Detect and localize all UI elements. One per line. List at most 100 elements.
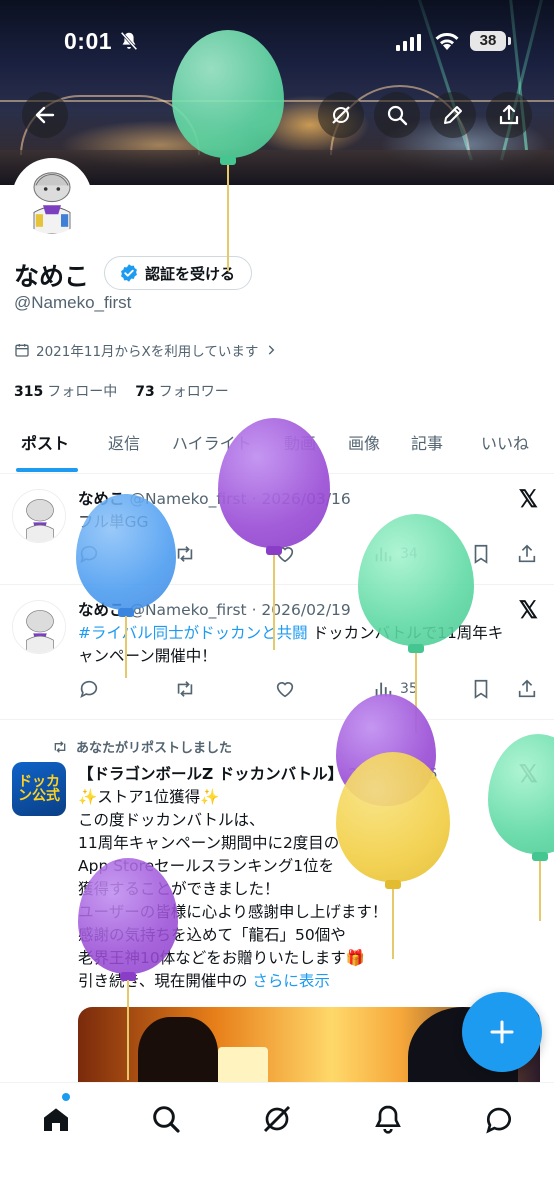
notifications-icon: [375, 1105, 401, 1134]
share-post-button[interactable]: [516, 543, 538, 565]
followers-count: 73: [135, 384, 155, 400]
post-author[interactable]: 【ドラゴンボールZ ドッカンバトル】: [78, 765, 343, 783]
views-count: 35: [400, 681, 418, 697]
post-date: 2026/02/16: [348, 765, 438, 783]
post-date: · 2026/03/16: [251, 490, 351, 508]
cellular-signal-icon: [396, 34, 421, 51]
post-line: 老界王神10体などをお贈りいたします🎁: [78, 949, 366, 967]
hashtag-link[interactable]: #ライバル同士がドッカンと共闘: [78, 624, 308, 642]
post-text: ✨ストア1位獲得✨ この度ドッカンバトルは、 11周年キャンペーン期間中に2度目…: [78, 786, 518, 993]
search-button[interactable]: [374, 92, 420, 138]
views-button[interactable]: 35: [372, 678, 418, 700]
active-tab-indicator: [16, 468, 78, 472]
post-actions: 35: [78, 678, 538, 704]
compose-post-button[interactable]: [462, 992, 542, 1072]
post-actions: 34: [78, 543, 538, 569]
following-label: フォロー中: [47, 384, 118, 400]
bottom-navigation: [0, 1082, 554, 1200]
profile-avatar[interactable]: [12, 158, 92, 238]
post-handle: @Nameko_first: [129, 601, 247, 619]
home-notification-dot: [62, 1093, 70, 1101]
views-count: 34: [400, 546, 418, 562]
x-logo-icon: 𝕏: [518, 486, 538, 513]
bookmark-button[interactable]: [470, 543, 492, 565]
follow-stats: 315 フォロー中 73 フォロワー: [14, 381, 229, 401]
tab-media[interactable]: 画像: [348, 430, 380, 454]
edit-button[interactable]: [430, 92, 476, 138]
status-bar: 0:01 38: [0, 0, 554, 82]
reply-icon: [80, 680, 98, 698]
nav-notifications[interactable]: [368, 1099, 408, 1139]
post-header: 【ドラゴンボールZ ドッカンバトル】 2026/02/16: [78, 762, 437, 784]
post-handle: @Nameko_first: [129, 490, 247, 508]
post-line: この度ドッカンバトルは、: [78, 811, 265, 829]
views-icon: [375, 547, 392, 562]
post-author[interactable]: なめこ: [78, 490, 125, 508]
get-verified-button[interactable]: 認証を受ける: [104, 256, 253, 290]
share-post-button[interactable]: [516, 678, 538, 700]
tab-posts[interactable]: ポスト: [21, 430, 69, 454]
repost-icon: [177, 681, 193, 697]
heart-icon: [276, 547, 294, 563]
repost-label: あなたがリポストしました: [76, 741, 233, 756]
nav-messages[interactable]: [479, 1099, 519, 1139]
get-verified-label: 認証を受ける: [145, 264, 236, 283]
reply-button[interactable]: [78, 678, 100, 700]
reply-icon: [80, 545, 98, 563]
following-link[interactable]: 315 フォロー中: [14, 381, 117, 401]
tab-articles[interactable]: 記事: [411, 430, 443, 454]
post-line: 11周年キャンペーン期間中に2度目の: [78, 834, 340, 852]
bookmark-button[interactable]: [470, 678, 492, 700]
show-more-link[interactable]: さらに表示: [252, 972, 330, 990]
post-avatar[interactable]: [12, 489, 66, 543]
nav-search[interactable]: [146, 1099, 186, 1139]
post-avatar[interactable]: [12, 600, 66, 654]
tab-replies[interactable]: 返信: [108, 430, 140, 454]
post-line: 獲得することができました！: [78, 880, 280, 898]
share-icon: [518, 679, 536, 698]
post-text: #ライバル同士がドッカンと共闘 ドッカンバトルで11周年キャンペーン開催中！: [78, 622, 518, 668]
avatar-illustration: [16, 162, 88, 234]
joined-label: 2021年11月からXを利用しています: [36, 344, 259, 360]
grok-button[interactable]: [318, 92, 364, 138]
share-icon: [518, 544, 536, 563]
post-date: · 2026/02/19: [251, 601, 351, 619]
post-2[interactable]: なめこ @Nameko_first · 2026/02/19 𝕏 #ライバル同士…: [0, 586, 554, 720]
repost-button[interactable]: [174, 543, 196, 565]
post-line: 引き続き、現在開催中の: [78, 972, 248, 990]
nav-home[interactable]: [36, 1099, 76, 1139]
post-line: 感謝の気持ちを込めて「龍石」50個や: [78, 926, 346, 944]
battery-indicator: 38: [470, 31, 506, 51]
views-icon: [375, 682, 392, 697]
reply-button[interactable]: [78, 543, 100, 565]
share-icon: [499, 104, 519, 125]
followers-link[interactable]: 73 フォロワー: [135, 381, 228, 401]
grok-icon: [263, 1105, 291, 1133]
edit-icon: [444, 106, 462, 124]
tab-likes[interactable]: いいね: [481, 430, 529, 454]
arrow-left-icon: [35, 106, 55, 124]
x-logo-icon: 𝕏: [518, 597, 538, 624]
chevron-right-icon: [269, 345, 275, 355]
like-button[interactable]: [274, 543, 296, 565]
verified-badge-icon: [121, 264, 137, 282]
post-1[interactable]: なめこ @Nameko_first · 2026/03/16 𝕏 フル単GG 3…: [0, 475, 554, 585]
post-author[interactable]: なめこ: [78, 601, 125, 619]
post-header: なめこ @Nameko_first · 2026/03/16: [78, 487, 351, 509]
joined-date[interactable]: 2021年11月からXを利用しています: [14, 340, 278, 360]
tab-videos[interactable]: 動画: [284, 430, 316, 454]
like-button[interactable]: [274, 678, 296, 700]
post-line: App Storeセールスランキング1位を: [78, 857, 335, 875]
post-header: なめこ @Nameko_first · 2026/02/19: [78, 598, 351, 620]
nav-grok[interactable]: [257, 1099, 297, 1139]
share-button[interactable]: [486, 92, 532, 138]
post-line-last: 引き続き、現在開催中の さらに表示: [78, 970, 518, 993]
tab-highlights[interactable]: ハイライト: [172, 430, 252, 454]
search-icon: [153, 1106, 180, 1133]
repost-button[interactable]: [174, 678, 196, 700]
views-button[interactable]: 34: [372, 543, 418, 565]
following-count: 315: [14, 384, 44, 400]
x-logo-icon: 𝕏: [518, 761, 538, 788]
wifi-icon: [435, 32, 459, 50]
back-button[interactable]: [22, 92, 68, 138]
